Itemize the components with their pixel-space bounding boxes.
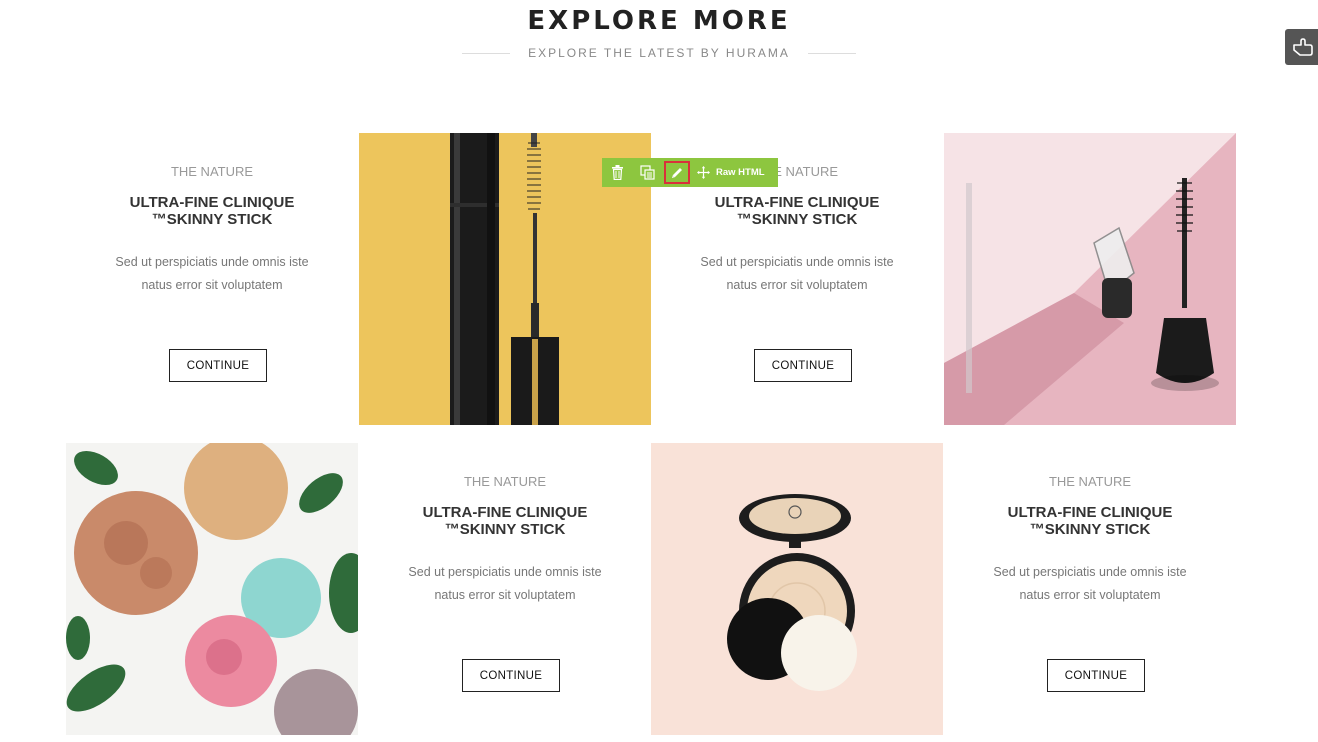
card-desc-line2: natus error sit voluptatem (434, 588, 576, 602)
delete-button[interactable] (602, 158, 632, 187)
card-title-line1: ULTRA-FINE CLINIQUE (422, 504, 588, 521)
side-panel-toggle[interactable] (1285, 29, 1318, 65)
compact-powder-illustration (651, 443, 943, 735)
element-editor-toolbar: Raw HTML (602, 158, 778, 187)
card-desc-line1: Sed ut perspiciatis unde omnis iste (115, 255, 309, 269)
card-title-line2: ™SKINNY STICK (151, 211, 273, 228)
section-subtitle: EXPLORE THE LATEST BY HURAMA (528, 46, 790, 60)
mascara-pink-product-image[interactable] (944, 133, 1236, 425)
product-card-4: THE NATURE ULTRA-FINE CLINIQUE ™SKINNY S… (944, 443, 1236, 735)
copy-icon (639, 165, 655, 180)
section-title: EXPLORE MORE (527, 6, 791, 36)
product-card-1: THE NATURE ULTRA-FINE CLINIQUE ™SKINNY S… (66, 133, 358, 425)
card-title-line1: ULTRA-FINE CLINIQUE (129, 194, 295, 211)
trash-icon (611, 165, 623, 180)
card-desc-line1: Sed ut perspiciatis unde omnis iste (993, 565, 1187, 579)
continue-button[interactable]: CONTINUE (462, 659, 560, 692)
move-handle[interactable] (692, 158, 714, 187)
makeup-powders-image[interactable] (66, 443, 358, 735)
card-title-line2: ™SKINNY STICK (1029, 521, 1151, 538)
continue-button[interactable]: CONTINUE (169, 349, 267, 382)
makeup-powders-illustration (66, 443, 358, 735)
card-title-line1: ULTRA-FINE CLINIQUE (714, 194, 880, 211)
section-subtitle-row: EXPLORE THE LATEST BY HURAMA (0, 46, 1318, 60)
card-desc-line1: Sed ut perspiciatis unde omnis iste (700, 255, 894, 269)
card-brand: THE NATURE (463, 474, 547, 489)
clone-button[interactable] (632, 158, 662, 187)
card-brand: THE NATURE (1048, 474, 1132, 489)
card-title-line2: ™SKINNY STICK (736, 211, 858, 228)
continue-button[interactable]: CONTINUE (754, 349, 852, 382)
card-brand: THE NATURE (170, 164, 254, 179)
product-card-3: THE NATURE ULTRA-FINE CLINIQUE ™SKINNY S… (359, 443, 651, 735)
card-description: Sed ut perspiciatis unde omnis iste natu… (980, 561, 1200, 607)
continue-button[interactable]: CONTINUE (1047, 659, 1145, 692)
edit-button[interactable] (664, 161, 690, 184)
card-title: ULTRA-FINE CLINIQUE ™SKINNY STICK (106, 194, 318, 228)
move-icon (696, 166, 710, 179)
divider-right (807, 52, 856, 54)
pencil-icon (672, 167, 682, 178)
pointing-hand-icon (1292, 38, 1313, 56)
element-type-label: Raw HTML (716, 167, 765, 178)
divider-left (462, 52, 511, 54)
card-title: ULTRA-FINE CLINIQUE ™SKINNY STICK (399, 504, 611, 538)
card-description: Sed ut perspiciatis unde omnis iste natu… (687, 251, 907, 297)
card-title-line1: ULTRA-FINE CLINIQUE (1007, 504, 1173, 521)
card-description: Sed ut perspiciatis unde omnis iste natu… (395, 561, 615, 607)
card-desc-line2: natus error sit voluptatem (141, 278, 283, 292)
card-title: ULTRA-FINE CLINIQUE ™SKINNY STICK (691, 194, 903, 228)
compact-powder-image[interactable] (651, 443, 943, 735)
mascara-pink-illustration (944, 133, 1236, 425)
card-desc-line1: Sed ut perspiciatis unde omnis iste (408, 565, 602, 579)
card-description: Sed ut perspiciatis unde omnis iste natu… (102, 251, 322, 297)
card-title-line2: ™SKINNY STICK (444, 521, 566, 538)
card-desc-line2: natus error sit voluptatem (726, 278, 868, 292)
card-title: ULTRA-FINE CLINIQUE ™SKINNY STICK (984, 504, 1196, 538)
card-desc-line2: natus error sit voluptatem (1019, 588, 1161, 602)
